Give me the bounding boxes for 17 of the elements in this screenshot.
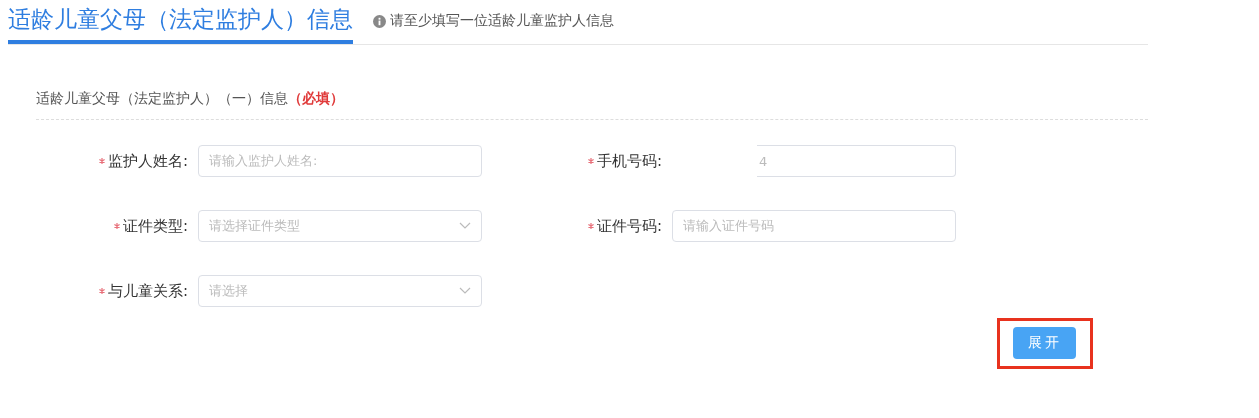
section-tab[interactable]: 适龄儿童父母（法定监护人）信息 — [8, 0, 353, 44]
field-label: 证件类型: — [122, 216, 188, 236]
expand-button[interactable]: 展开 — [1013, 327, 1076, 359]
notice-text: 请至少填写一位适龄儿童监护人信息 — [390, 12, 614, 30]
chevron-down-icon — [459, 222, 471, 230]
input-field[interactable]: 请输入证件号码 — [672, 210, 956, 242]
field-label: 监护人姓名: — [107, 151, 188, 171]
field-label: 证件号码: — [596, 216, 662, 236]
info-icon — [373, 14, 386, 28]
section-title: 适龄儿童父母（法定监护人）（一）信息（必填） — [36, 90, 1148, 120]
field-label: 手机号码: — [596, 151, 662, 171]
chevron-down-icon — [459, 287, 471, 295]
input-field[interactable]: 请输入监护人姓名: — [198, 145, 482, 177]
select-field[interactable]: 请选择证件类型 — [198, 210, 482, 242]
select-field[interactable]: 请选择 — [198, 275, 482, 307]
field-label: 与儿童关系: — [107, 281, 188, 301]
input-field[interactable]: 4 — [757, 145, 956, 177]
